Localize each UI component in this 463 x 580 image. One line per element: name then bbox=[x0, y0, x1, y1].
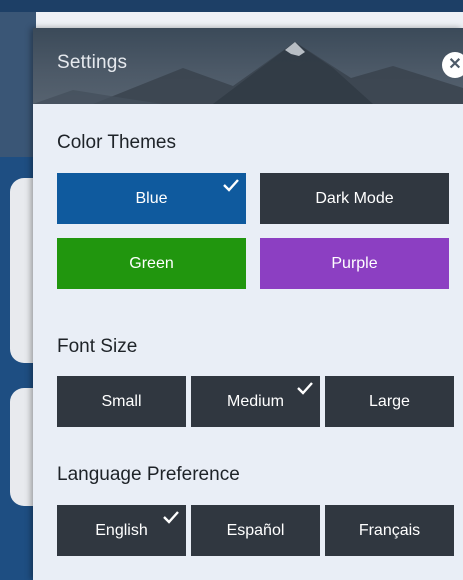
theme-option-green[interactable]: Green bbox=[57, 238, 246, 289]
settings-panel: Settings ✕ Color Themes Blue Dark Mode G… bbox=[33, 28, 463, 580]
language-option-espanol[interactable]: Español bbox=[191, 505, 320, 556]
language-preference-heading: Language Preference bbox=[57, 464, 240, 485]
settings-header: Settings ✕ bbox=[33, 28, 463, 104]
color-themes-heading: Color Themes bbox=[57, 132, 176, 153]
language-option-english[interactable]: English bbox=[57, 505, 186, 556]
app-background-header bbox=[0, 12, 36, 157]
theme-option-blue[interactable]: Blue bbox=[57, 173, 246, 224]
theme-option-dark-mode[interactable]: Dark Mode bbox=[260, 173, 449, 224]
theme-option-label: Dark Mode bbox=[315, 189, 394, 207]
settings-title: Settings bbox=[57, 52, 128, 73]
checkmark-icon bbox=[223, 179, 239, 192]
font-size-option-label: Medium bbox=[227, 392, 284, 410]
theme-option-label: Blue bbox=[135, 189, 168, 207]
theme-option-purple[interactable]: Purple bbox=[260, 238, 449, 289]
font-size-option-label: Small bbox=[101, 392, 142, 410]
font-size-option-small[interactable]: Small bbox=[57, 376, 186, 427]
font-size-heading: Font Size bbox=[57, 336, 138, 357]
font-size-option-large[interactable]: Large bbox=[325, 376, 454, 427]
theme-option-label: Purple bbox=[331, 254, 378, 272]
font-size-option-label: Large bbox=[369, 392, 410, 410]
language-option-francais[interactable]: Français bbox=[325, 505, 454, 556]
language-option-label: Français bbox=[358, 521, 421, 539]
checkmark-icon bbox=[297, 382, 313, 395]
checkmark-icon bbox=[163, 511, 179, 524]
app-top-bar bbox=[0, 0, 463, 12]
language-option-label: English bbox=[95, 521, 148, 539]
close-icon[interactable]: ✕ bbox=[442, 52, 463, 78]
font-size-option-medium[interactable]: Medium bbox=[191, 376, 320, 427]
language-option-label: Español bbox=[226, 521, 285, 539]
theme-option-label: Green bbox=[129, 254, 174, 272]
